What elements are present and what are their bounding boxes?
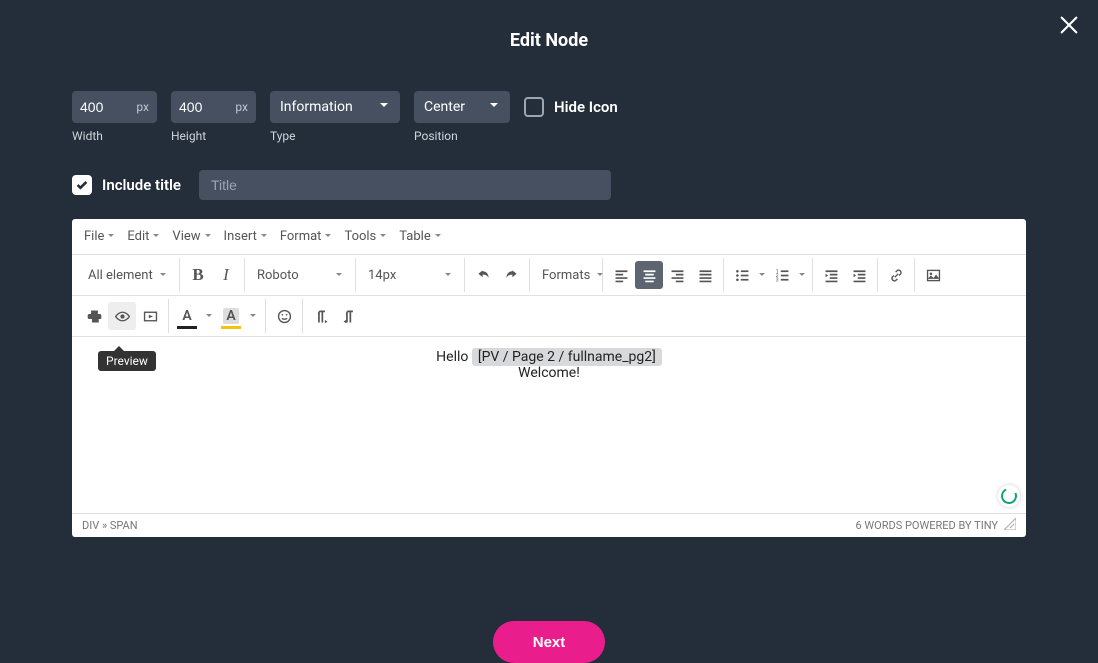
chevron-down-icon [159,268,167,283]
rich-text-editor: File Edit View Insert Format Tools Table… [72,219,1026,537]
type-field: Information Type [270,91,400,143]
chevron-down-icon [488,99,500,115]
close-button[interactable] [1058,14,1080,40]
chevron-down-icon [335,268,343,283]
content-line-2: Welcome! [84,365,1014,381]
include-title-row: Include title [0,143,1098,201]
include-title-label: Include title [102,176,181,194]
chevron-down-icon [434,229,442,244]
media-button[interactable] [136,302,164,330]
chevron-down-icon [204,229,212,244]
menu-tools[interactable]: Tools [340,225,391,248]
preview-tooltip: Preview [98,351,156,371]
link-button[interactable] [882,261,910,289]
grammarly-icon[interactable] [998,485,1020,507]
width-label: Width [72,129,157,143]
text-color-bar [177,326,197,329]
emoji-button[interactable] [270,302,298,330]
modal-title: Edit Node [0,0,1098,51]
align-left-button[interactable] [607,261,635,289]
font-size-select[interactable]: 14px [360,261,460,289]
editor-statusbar: DIV » SPAN 6 WORDS POWERED BY TINY [72,513,1026,537]
menu-format[interactable]: Format [276,225,337,248]
preview-button[interactable] [108,302,136,330]
ltr-button[interactable] [307,302,335,330]
chevron-down-icon [152,229,160,244]
position-value: Center [424,99,465,115]
chevron-down-icon [378,99,390,115]
chevron-down-icon[interactable] [245,309,261,324]
undo-button[interactable] [469,261,497,289]
menu-file[interactable]: File [80,225,119,248]
height-label: Height [171,129,256,143]
rtl-button[interactable] [335,302,363,330]
print-button[interactable] [80,302,108,330]
content-line-1: Hello [PV / Page 2 / fullname_pg2] [84,349,1014,365]
italic-button[interactable]: I [212,261,240,289]
width-input[interactable] [72,99,136,115]
chevron-down-icon [260,229,268,244]
svg-text:3: 3 [775,277,778,283]
type-value: Information [280,99,353,115]
include-title-field: Include title [72,169,181,201]
all-elements-select[interactable]: All element [80,261,175,289]
height-unit: px [235,100,256,114]
element-path[interactable]: DIV » SPAN [82,519,138,532]
height-input[interactable] [171,99,235,115]
align-center-button[interactable] [635,261,663,289]
editor-content-area[interactable]: Preview Hello [PV / Page 2 / fullname_pg… [72,337,1026,513]
resize-handle-icon[interactable] [1004,518,1016,533]
bg-color-button[interactable]: A [217,302,245,330]
bullet-list-button[interactable] [728,261,756,289]
text-color-button[interactable]: A [173,302,201,330]
next-button[interactable]: Next [493,621,605,663]
type-select[interactable]: Information [270,91,400,123]
menu-insert[interactable]: Insert [220,225,272,248]
width-field: px Width [72,91,157,143]
chevron-down-icon [107,229,115,244]
outdent-button[interactable] [817,261,845,289]
editor-menubar: File Edit View Insert Format Tools Table [72,219,1026,255]
settings-row: px Width px Height Information Type Cent… [0,51,1098,143]
hide-icon-checkbox[interactable] [524,97,544,117]
editor-toolbar-row2: A A [72,296,1026,337]
variable-tag[interactable]: [PV / Page 2 / fullname_pg2] [472,348,662,366]
word-count: 6 WORDS POWERED BY TINY [855,519,998,532]
image-button[interactable] [919,261,947,289]
title-input[interactable] [199,170,611,200]
numbered-list-button[interactable]: 123 [768,261,796,289]
font-family-select[interactable]: Roboto [249,261,351,289]
width-input-wrap: px [72,91,157,123]
formats-select[interactable]: Formats [534,261,598,289]
align-justify-button[interactable] [691,261,719,289]
include-title-checkbox[interactable] [72,175,92,195]
chevron-down-icon[interactable] [796,268,808,283]
menu-view[interactable]: View [168,225,215,248]
hide-icon-field: Hide Icon [524,91,618,123]
chevron-down-icon [379,229,387,244]
chevron-down-icon[interactable] [201,309,217,324]
redo-button[interactable] [497,261,525,289]
menu-edit[interactable]: Edit [123,225,164,248]
chevron-down-icon[interactable] [756,268,768,283]
position-select[interactable]: Center [414,91,510,123]
position-field: Center Position [414,91,510,143]
hide-icon-label: Hide Icon [554,98,618,116]
type-label: Type [270,129,400,143]
bold-button[interactable]: B [184,261,212,289]
align-right-button[interactable] [663,261,691,289]
chevron-down-icon [444,268,452,283]
width-unit: px [136,100,157,114]
bg-color-bar [221,326,241,329]
chevron-down-icon [324,229,332,244]
editor-toolbar-row1: All element B I Roboto 14px For [72,255,1026,296]
height-field: px Height [171,91,256,143]
menu-table[interactable]: Table [395,225,445,248]
height-input-wrap: px [171,91,256,123]
indent-button[interactable] [845,261,873,289]
position-label: Position [414,129,510,143]
